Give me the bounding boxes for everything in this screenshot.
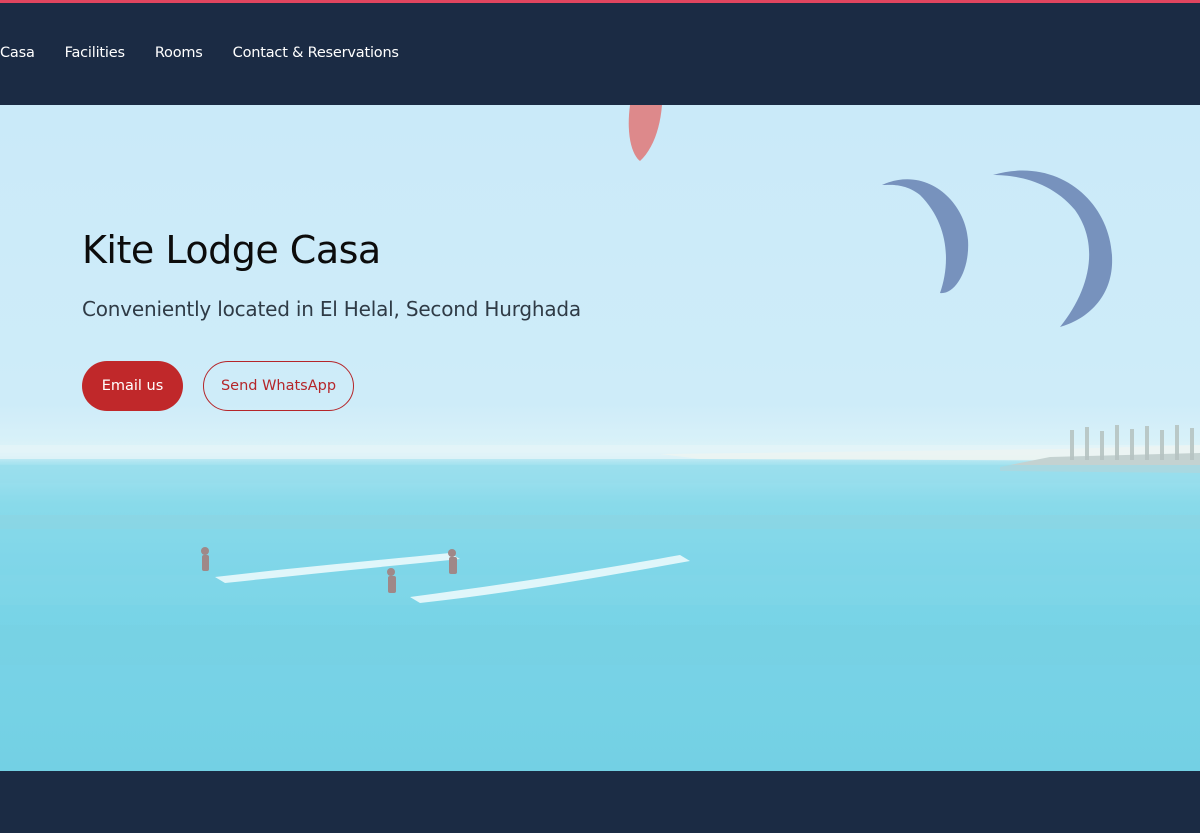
email-us-button[interactable]: Email us [82,361,183,411]
nav-item-contact-reservations[interactable]: Contact & Reservations [233,45,399,61]
hero-content: Kite Lodge Casa Conveniently located in … [82,227,782,411]
hero-section: Kite Lodge Casa Conveniently located in … [0,105,1200,771]
nav-menu: Casa Facilities Rooms Contact & Reservat… [0,3,429,105]
nav-item-casa[interactable]: Casa [0,45,35,61]
hero-title: Kite Lodge Casa [82,228,381,272]
send-whatsapp-button[interactable]: Send WhatsApp [203,361,354,411]
nav-item-rooms[interactable]: Rooms [155,45,203,61]
hero-button-group: Email us Send WhatsApp [82,361,782,411]
hero-subtitle: Conveniently located in El Helal, Second… [82,297,581,321]
hero-background-image [0,105,1200,771]
navbar: Casa Facilities Rooms Contact & Reservat… [0,3,1200,105]
nav-item-facilities[interactable]: Facilities [65,45,125,61]
footer-band [0,771,1200,833]
